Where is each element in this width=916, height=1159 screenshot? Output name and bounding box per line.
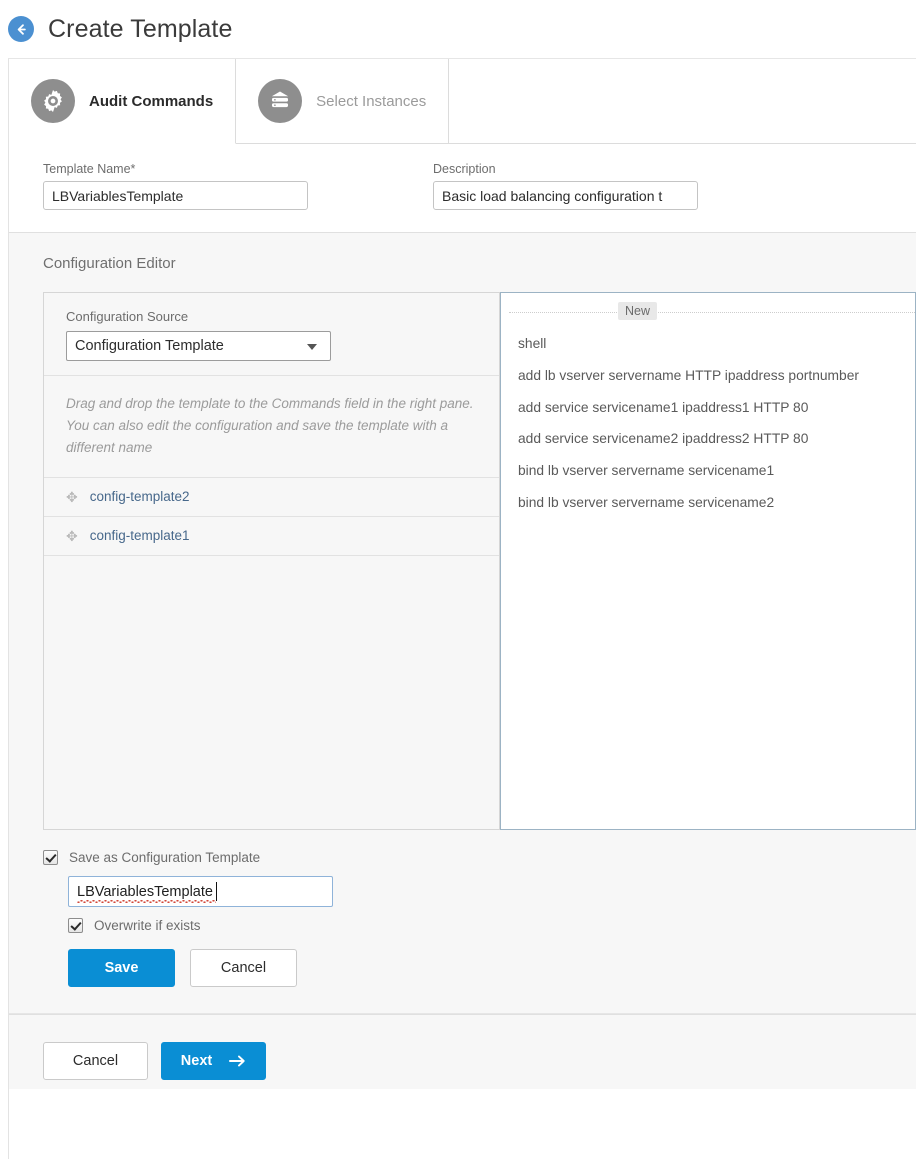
command-line[interactable]: add service servicename1 ipaddress1 HTTP… — [518, 394, 915, 426]
wizard-footer: Cancel Next — [9, 1015, 916, 1089]
tab-select-instances[interactable]: Select Instances — [236, 59, 450, 143]
commands-list: shell add lb vserver servername HTTP ipa… — [501, 323, 915, 521]
content-shell: Audit Commands Select Instances Template… — [8, 58, 916, 1159]
description-field: Description — [433, 162, 698, 210]
page-header: Create Template — [0, 0, 916, 58]
configuration-source-value: Configuration Template — [75, 338, 224, 354]
commands-new-divider: New — [501, 302, 915, 323]
save-cancel-button-row: Save Cancel — [68, 949, 916, 987]
chevron-down-icon — [307, 344, 317, 350]
configuration-editor-title: Configuration Editor — [43, 255, 176, 272]
cancel-button[interactable]: Cancel — [43, 1042, 148, 1080]
tab-bar: Audit Commands Select Instances — [9, 59, 916, 144]
overwrite-if-exists-row[interactable]: Overwrite if exists — [68, 918, 916, 933]
list-item-label: config-template1 — [89, 528, 190, 544]
save-as-template-label: Save as Configuration Template — [69, 850, 261, 865]
overwrite-if-exists-checkbox[interactable] — [68, 918, 83, 933]
list-item-label: config-template2 — [89, 489, 190, 505]
description-input[interactable] — [433, 181, 698, 210]
template-name-field: Template Name* — [43, 162, 308, 210]
save-template-name-input[interactable] — [68, 876, 333, 907]
status-badge: New — [618, 302, 658, 320]
next-button[interactable]: Next — [161, 1042, 266, 1080]
configuration-source-select[interactable]: Configuration Template — [66, 331, 331, 361]
configuration-editor-section: Configuration Editor Configuration Sourc… — [9, 233, 916, 1015]
drag-handle-icon[interactable]: ✥ — [66, 490, 78, 504]
tab-label-audit-commands: Audit Commands — [89, 92, 214, 110]
next-button-label: Next — [180, 1053, 213, 1069]
tab-bar-filler — [449, 59, 916, 144]
save-as-template-block: Save as Configuration Template Overwrite… — [9, 830, 916, 1014]
configuration-source-label: Configuration Source — [66, 309, 189, 324]
description-label: Description — [433, 162, 496, 176]
arrow-right-icon — [229, 1054, 246, 1068]
command-line[interactable]: add lb vserver servername HTTP ipaddress… — [518, 362, 915, 394]
editor-panes: Configuration Source Configuration Templ… — [43, 292, 916, 830]
drag-drop-hint-block: Drag and drop the template to the Comman… — [44, 375, 499, 477]
save-button[interactable]: Save — [68, 949, 175, 987]
configuration-source-pane: Configuration Source Configuration Templ… — [43, 292, 500, 830]
command-line[interactable]: add service servicename2 ipaddress2 HTTP… — [518, 425, 915, 457]
tab-label-select-instances: Select Instances — [316, 92, 427, 110]
template-list-empty-area — [44, 554, 499, 829]
save-as-template-checkbox[interactable] — [43, 850, 58, 865]
server-stack-icon — [258, 79, 303, 123]
command-line[interactable]: bind lb vserver servername servicename1 — [518, 457, 915, 489]
back-arrow-icon[interactable] — [8, 16, 34, 42]
list-item[interactable]: ✥ config-template2 — [44, 476, 499, 516]
tab-audit-commands[interactable]: Audit Commands — [9, 59, 237, 144]
command-line[interactable]: shell — [518, 330, 915, 362]
template-name-label: Template Name* — [43, 162, 136, 176]
configuration-source-block: Configuration Source Configuration Templ… — [44, 293, 499, 375]
drag-drop-hint: Drag and drop the template to the Comman… — [66, 396, 474, 455]
cancel-save-button[interactable]: Cancel — [190, 949, 297, 987]
commands-pane[interactable]: New shell add lb vserver servername HTTP… — [500, 292, 916, 830]
page-title: Create Template — [48, 14, 233, 43]
save-as-template-row[interactable]: Save as Configuration Template — [43, 850, 916, 865]
gear-icon — [31, 79, 75, 123]
template-fields-row: Template Name* Description — [9, 144, 916, 233]
overwrite-if-exists-label: Overwrite if exists — [94, 918, 201, 933]
list-item[interactable]: ✥ config-template1 — [44, 515, 499, 555]
drag-handle-icon[interactable]: ✥ — [66, 529, 78, 543]
command-line[interactable]: bind lb vserver servername servicename2 — [518, 489, 915, 521]
template-name-input[interactable] — [43, 181, 308, 210]
save-template-name-wrap — [68, 876, 333, 907]
